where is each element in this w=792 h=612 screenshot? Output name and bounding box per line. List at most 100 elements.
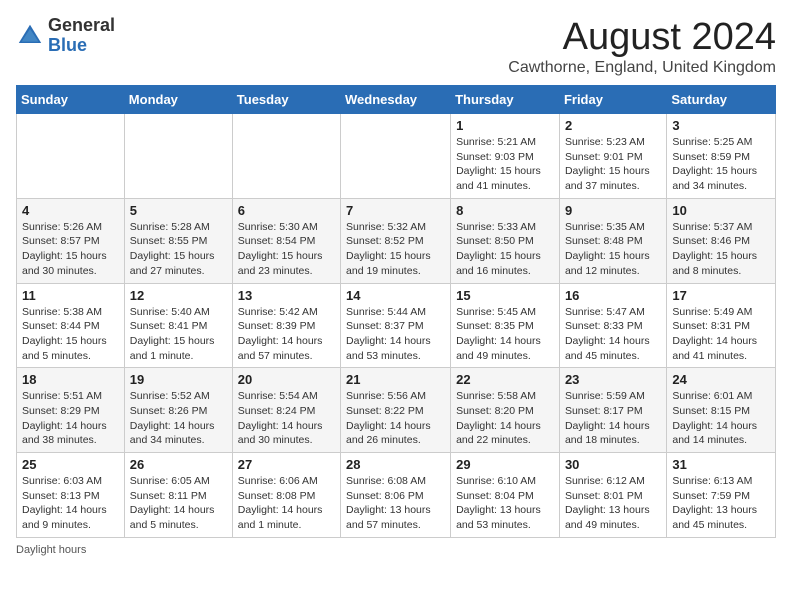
calendar-table: SundayMondayTuesdayWednesdayThursdayFrid… [16, 85, 776, 538]
calendar-day-cell: 22Sunrise: 5:58 AM Sunset: 8:20 PM Dayli… [451, 368, 560, 453]
day-info: Sunrise: 6:01 AM Sunset: 8:15 PM Dayligh… [672, 389, 770, 448]
footer-note: Daylight hours [16, 544, 776, 556]
day-number: 9 [565, 203, 661, 218]
calendar-day-cell: 13 Sunrise: 5:42 AM Sunset: 8:39 PM Dayli… [232, 283, 340, 368]
calendar-week-row: 4 Sunrise: 5:26 AM Sunset: 8:57 PM Daylig… [17, 198, 776, 283]
day-info: Sunrise: 6:12 AM Sunset: 8:01 PM Dayligh… [565, 474, 661, 533]
day-info: Sunrise: 5:26 AM Sunset: 8:57 PM Dayligh… [22, 220, 119, 279]
day-info: Sunrise: 5:44 AM Sunset: 8:37 PM Dayligh… [346, 305, 445, 364]
day-number: 28 [346, 457, 445, 472]
day-number: 15 [456, 288, 554, 303]
day-number: 31 [672, 457, 770, 472]
day-number: 29 [456, 457, 554, 472]
calendar-day-cell: 24 Sunrise: 6:01 AM Sunset: 8:15 PM Dayli… [667, 368, 776, 453]
calendar-day-header: Friday [559, 86, 666, 114]
calendar-day-cell: 25 Sunrise: 6:03 AM Sunset: 8:13 PM Dayli… [17, 453, 125, 538]
calendar-day-cell [341, 114, 451, 199]
calendar-day-cell: 10 Sunrise: 5:37 AM Sunset: 8:46 PM Dayli… [667, 198, 776, 283]
day-info: Sunrise: 5:30 AM Sunset: 8:54 PM Dayligh… [238, 220, 335, 279]
day-number: 8 [456, 203, 554, 218]
calendar-day-header: Thursday [451, 86, 560, 114]
day-number: 14 [346, 288, 445, 303]
calendar-body: 1Sunrise: 5:21 AM Sunset: 9:03 PM Daylig… [17, 114, 776, 538]
day-info: Sunrise: 6:03 AM Sunset: 8:13 PM Dayligh… [22, 474, 119, 533]
calendar-day-cell: 8 Sunrise: 5:33 AM Sunset: 8:50 PM Daylig… [451, 198, 560, 283]
day-number: 12 [130, 288, 227, 303]
month-title: August 2024 [508, 16, 776, 59]
day-info: Sunrise: 5:38 AM Sunset: 8:44 PM Dayligh… [22, 305, 119, 364]
calendar-day-header: Tuesday [232, 86, 340, 114]
day-info: Sunrise: 5:40 AM Sunset: 8:41 PM Dayligh… [130, 305, 227, 364]
calendar-day-cell: 3 Sunrise: 5:25 AM Sunset: 8:59 PM Daylig… [667, 114, 776, 199]
day-number: 17 [672, 288, 770, 303]
calendar-day-cell: 12 Sunrise: 5:40 AM Sunset: 8:41 PM Dayli… [124, 283, 232, 368]
day-number: 23 [565, 372, 661, 387]
day-info: Sunrise: 5:28 AM Sunset: 8:55 PM Dayligh… [130, 220, 227, 279]
calendar-day-cell: 5 Sunrise: 5:28 AM Sunset: 8:55 PM Daylig… [124, 198, 232, 283]
calendar-week-row: 11 Sunrise: 5:38 AM Sunset: 8:44 PM Dayli… [17, 283, 776, 368]
day-number: 22 [456, 372, 554, 387]
calendar-day-cell: 16 Sunrise: 5:47 AM Sunset: 8:33 PM Dayli… [559, 283, 666, 368]
title-block: August 2024 Cawthorne, England, United K… [508, 16, 776, 77]
calendar-day-cell [124, 114, 232, 199]
day-number: 24 [672, 372, 770, 387]
calendar-day-cell: 18Sunrise: 5:51 AM Sunset: 8:29 PM Dayli… [17, 368, 125, 453]
day-number: 11 [22, 288, 119, 303]
calendar-header-row: SundayMondayTuesdayWednesdayThursdayFrid… [17, 86, 776, 114]
day-info: Sunrise: 5:52 AM Sunset: 8:26 PM Dayligh… [130, 389, 227, 448]
day-info: Sunrise: 5:51 AM Sunset: 8:29 PM Dayligh… [22, 389, 119, 448]
day-number: 26 [130, 457, 227, 472]
calendar-week-row: 25 Sunrise: 6:03 AM Sunset: 8:13 PM Dayli… [17, 453, 776, 538]
calendar-day-cell: 14 Sunrise: 5:44 AM Sunset: 8:37 PM Dayli… [341, 283, 451, 368]
calendar-day-header: Saturday [667, 86, 776, 114]
day-number: 5 [130, 203, 227, 218]
logo-text: General Blue [48, 16, 115, 56]
calendar-day-header: Sunday [17, 86, 125, 114]
calendar-day-cell: 29Sunrise: 6:10 AM Sunset: 8:04 PM Dayli… [451, 453, 560, 538]
calendar-day-cell: 26 Sunrise: 6:05 AM Sunset: 8:11 PM Dayli… [124, 453, 232, 538]
day-info: Sunrise: 5:47 AM Sunset: 8:33 PM Dayligh… [565, 305, 661, 364]
day-number: 27 [238, 457, 335, 472]
day-info: Sunrise: 5:35 AM Sunset: 8:48 PM Dayligh… [565, 220, 661, 279]
day-number: 7 [346, 203, 445, 218]
calendar-day-cell: 17 Sunrise: 5:49 AM Sunset: 8:31 PM Dayli… [667, 283, 776, 368]
location: Cawthorne, England, United Kingdom [508, 59, 776, 77]
calendar-day-cell: 2Sunrise: 5:23 AM Sunset: 9:01 PM Daylig… [559, 114, 666, 199]
calendar-day-cell: 7 Sunrise: 5:32 AM Sunset: 8:52 PM Daylig… [341, 198, 451, 283]
day-info: Sunrise: 5:45 AM Sunset: 8:35 PM Dayligh… [456, 305, 554, 364]
day-info: Sunrise: 5:49 AM Sunset: 8:31 PM Dayligh… [672, 305, 770, 364]
day-number: 10 [672, 203, 770, 218]
calendar-day-cell: 4 Sunrise: 5:26 AM Sunset: 8:57 PM Daylig… [17, 198, 125, 283]
logo: General Blue [16, 16, 115, 56]
calendar-week-row: 18Sunrise: 5:51 AM Sunset: 8:29 PM Dayli… [17, 368, 776, 453]
day-number: 13 [238, 288, 335, 303]
calendar-day-cell: 28 Sunrise: 6:08 AM Sunset: 8:06 PM Dayli… [341, 453, 451, 538]
calendar-day-cell [17, 114, 125, 199]
day-number: 16 [565, 288, 661, 303]
day-info: Sunrise: 6:06 AM Sunset: 8:08 PM Dayligh… [238, 474, 335, 533]
day-number: 1 [456, 118, 554, 133]
day-info: Sunrise: 6:08 AM Sunset: 8:06 PM Dayligh… [346, 474, 445, 533]
day-number: 25 [22, 457, 119, 472]
day-info: Sunrise: 5:25 AM Sunset: 8:59 PM Dayligh… [672, 135, 770, 194]
day-info: Sunrise: 5:56 AM Sunset: 8:22 PM Dayligh… [346, 389, 445, 448]
calendar-day-cell: 15 Sunrise: 5:45 AM Sunset: 8:35 PM Dayli… [451, 283, 560, 368]
day-info: Sunrise: 5:42 AM Sunset: 8:39 PM Dayligh… [238, 305, 335, 364]
calendar-day-cell: 31 Sunrise: 6:13 AM Sunset: 7:59 PM Dayli… [667, 453, 776, 538]
calendar-day-cell: 21Sunrise: 5:56 AM Sunset: 8:22 PM Dayli… [341, 368, 451, 453]
day-number: 30 [565, 457, 661, 472]
day-info: Sunrise: 5:37 AM Sunset: 8:46 PM Dayligh… [672, 220, 770, 279]
day-info: Sunrise: 6:13 AM Sunset: 7:59 PM Dayligh… [672, 474, 770, 533]
calendar-day-cell: 23 Sunrise: 5:59 AM Sunset: 8:17 PM Dayli… [559, 368, 666, 453]
calendar-day-cell: 6 Sunrise: 5:30 AM Sunset: 8:54 PM Daylig… [232, 198, 340, 283]
day-info: Sunrise: 6:05 AM Sunset: 8:11 PM Dayligh… [130, 474, 227, 533]
day-info: Sunrise: 5:32 AM Sunset: 8:52 PM Dayligh… [346, 220, 445, 279]
day-number: 3 [672, 118, 770, 133]
day-info: Sunrise: 5:33 AM Sunset: 8:50 PM Dayligh… [456, 220, 554, 279]
day-info: Sunrise: 5:59 AM Sunset: 8:17 PM Dayligh… [565, 389, 661, 448]
calendar-week-row: 1Sunrise: 5:21 AM Sunset: 9:03 PM Daylig… [17, 114, 776, 199]
day-number: 4 [22, 203, 119, 218]
day-info: Sunrise: 5:54 AM Sunset: 8:24 PM Dayligh… [238, 389, 335, 448]
calendar-day-cell: 19Sunrise: 5:52 AM Sunset: 8:26 PM Dayli… [124, 368, 232, 453]
day-number: 6 [238, 203, 335, 218]
